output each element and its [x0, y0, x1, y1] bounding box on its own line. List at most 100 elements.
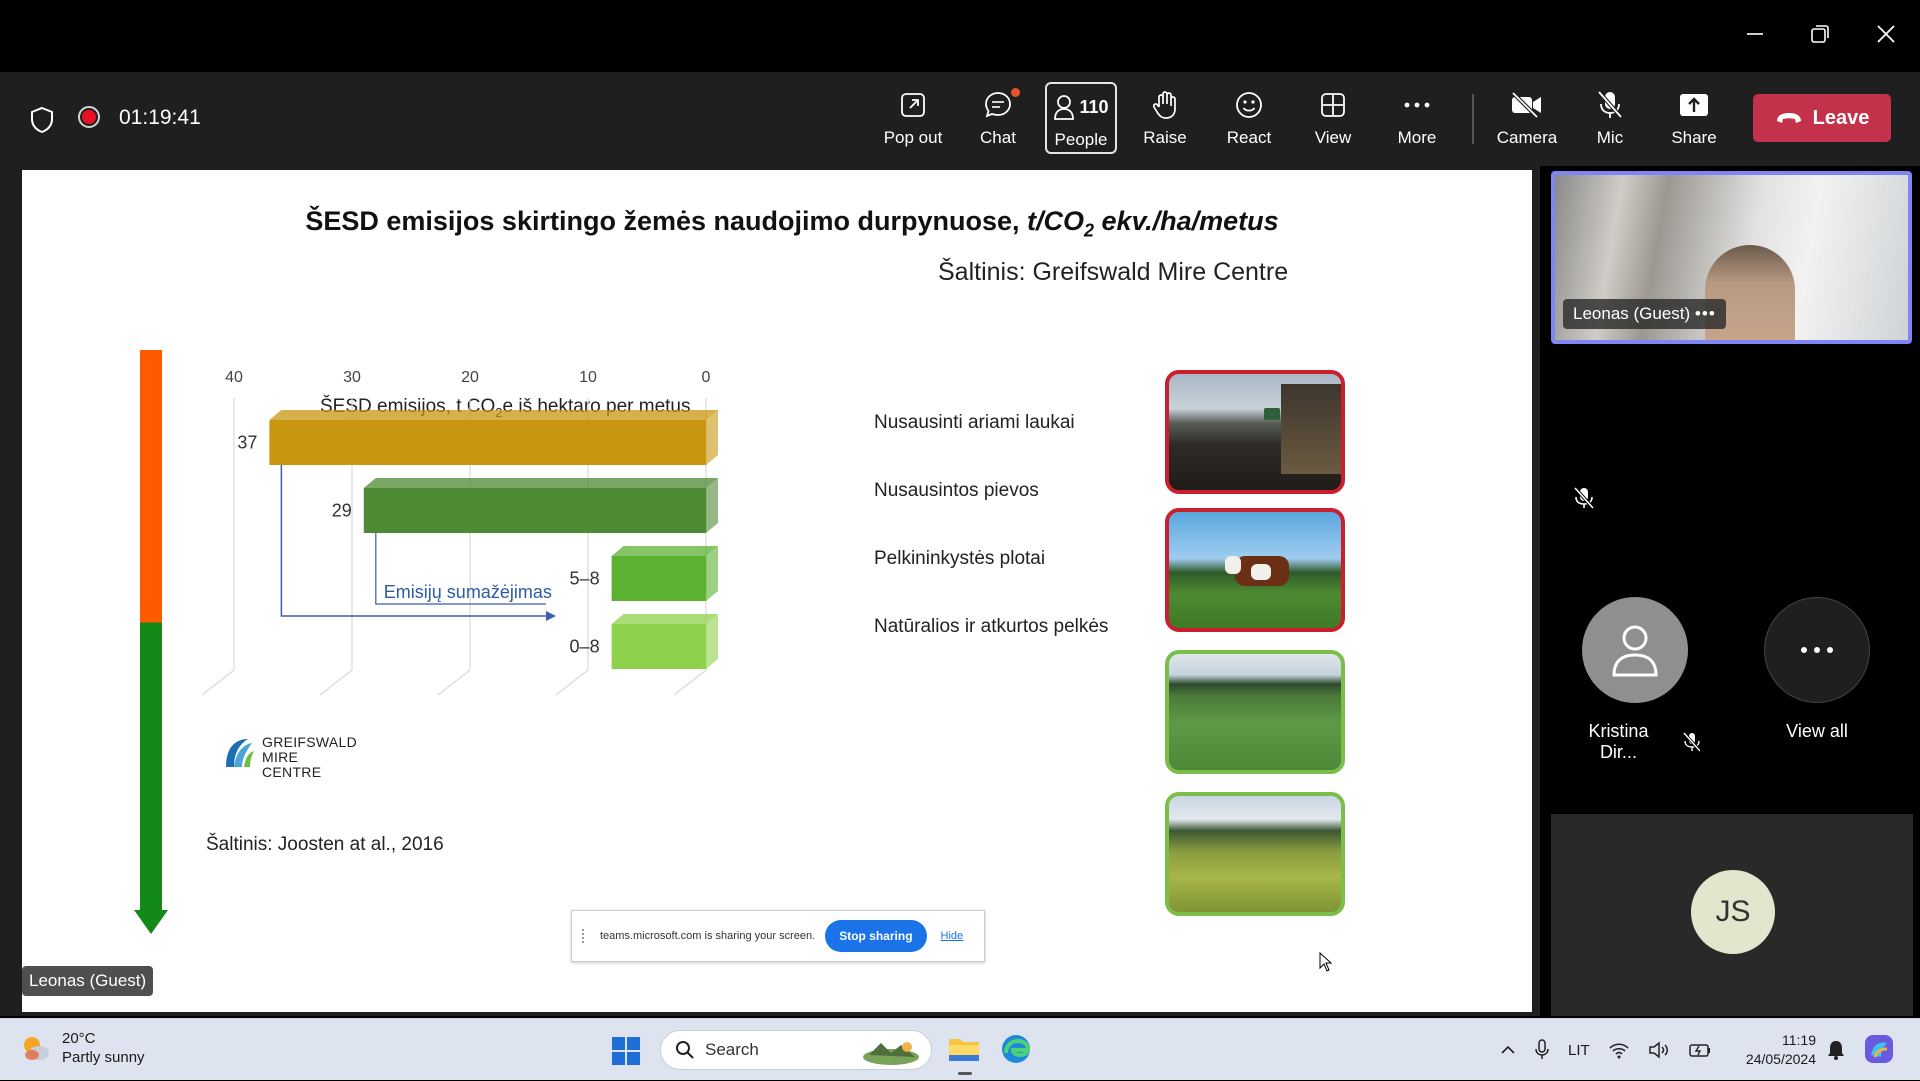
taskbar-search[interactable]: Search [660, 1030, 932, 1070]
weather-widget[interactable]: 20°C Partly sunny [20, 1029, 145, 1067]
copilot-icon[interactable] [1863, 1033, 1895, 1065]
camera-button[interactable]: Camera [1487, 82, 1567, 154]
category-label: Natūralios ir atkurtos pelkės [874, 616, 1108, 637]
edge-browser-icon[interactable] [1000, 1033, 1032, 1065]
sharing-message: teams.microsoft.com is sharing your scre… [600, 930, 816, 942]
chat-icon [985, 92, 1011, 118]
restore-button[interactable] [1800, 14, 1840, 54]
notification-bell-icon[interactable] [1826, 1039, 1846, 1061]
share-screen-icon [1680, 94, 1708, 116]
category-label: Nusausinti ariami laukai [874, 412, 1075, 433]
slide-title: ŠESD emisijos skirtingo žemės naudojimo … [22, 206, 1532, 241]
chevron-up-icon[interactable] [1500, 1045, 1516, 1055]
slide-title-unit-a: t/CO [1027, 206, 1085, 236]
kristina-name: Kristina Dir... [1588, 721, 1649, 762]
close-icon [1877, 25, 1895, 43]
slide-title-plain: ŠESD emisijos skirtingo žemės naudojimo … [305, 206, 1028, 236]
stop-sharing-button[interactable]: Stop sharing [825, 920, 927, 952]
photo-tractor-field [1165, 370, 1345, 494]
temperature: 20°C [62, 1030, 96, 1047]
slide-title-unit-sub: 2 [1084, 220, 1095, 241]
bar-top-face [611, 546, 718, 556]
people-label: People [1054, 130, 1108, 149]
view-all-participants[interactable]: View all [1752, 597, 1882, 742]
photo-natural-bog [1165, 792, 1345, 916]
microphone-tray-icon[interactable] [1534, 1039, 1550, 1061]
mic-label: Mic [1596, 128, 1624, 147]
photo-cow-pasture [1165, 508, 1345, 632]
volume-icon[interactable] [1648, 1041, 1670, 1059]
react-button[interactable]: React [1209, 82, 1289, 154]
search-placeholder: Search [705, 1040, 759, 1059]
hang-up-icon [1776, 113, 1801, 123]
avatar-initials: JS [1691, 870, 1775, 954]
gmc-line-3: CENTRE [262, 764, 322, 780]
leave-button[interactable]: Leave [1753, 94, 1891, 142]
participant-video [1705, 245, 1795, 340]
scale-arrow-shaft [140, 350, 162, 918]
drag-grip-icon[interactable] [582, 929, 586, 943]
wifi-icon[interactable] [1608, 1041, 1630, 1059]
minimize-button[interactable] [1735, 14, 1775, 54]
view-button[interactable]: View [1293, 82, 1373, 154]
meeting-timer: 01:19:41 [119, 106, 201, 129]
gridline-floor [555, 669, 589, 696]
participant-kristina[interactable]: Kristina Dir... [1570, 597, 1700, 763]
hide-banner-link[interactable]: Hide [941, 930, 964, 942]
more-button[interactable]: More [1377, 82, 1457, 154]
photo-paludiculture [1165, 650, 1345, 774]
bar-value-label: 37 [237, 433, 257, 453]
more-options-icon[interactable]: ••• [1695, 304, 1716, 323]
search-icon [676, 1041, 694, 1059]
reduction-annotation: Emisijų sumažėjimas [384, 582, 552, 602]
participant-js[interactable]: JS [1551, 814, 1913, 1016]
search-highlight-icon [863, 1042, 919, 1065]
unread-dot [1011, 88, 1020, 97]
bar [611, 556, 706, 601]
more-label: More [1397, 128, 1437, 147]
pop-out-label: Pop out [883, 128, 943, 147]
input-language[interactable]: LIT [1568, 1042, 1590, 1059]
bar [363, 488, 706, 533]
bar-value-label: 29 [332, 501, 352, 521]
view-all-button[interactable] [1764, 597, 1870, 703]
video-tile-leonas[interactable]: Leonas (Guest) ••• [1551, 171, 1912, 344]
active-app-indicator [958, 1072, 972, 1075]
x-tick-label: 0 [702, 369, 711, 386]
gridline-floor [437, 669, 471, 696]
view-all-label: View all [1786, 721, 1848, 741]
minimize-icon [1747, 33, 1763, 35]
share-button[interactable]: Share [1654, 82, 1734, 154]
leave-label: Leave [1812, 106, 1870, 129]
pop-out-button[interactable]: Pop out [873, 82, 953, 154]
clock-date: 24/05/2024 [1745, 1051, 1816, 1067]
presentation-slide: ŠESD emisijos, t CO2e iš hektaro per met… [22, 170, 1532, 1012]
partly-sunny-icon [24, 1037, 49, 1060]
reduction-arrow-head [546, 611, 556, 621]
battery-icon[interactable] [1688, 1041, 1712, 1059]
sharing-banner: teams.microsoft.com is sharing your scre… [571, 910, 985, 962]
camera-off-icon [1511, 91, 1541, 119]
windows-start-icon[interactable] [612, 1037, 640, 1065]
mic-button[interactable]: Mic [1570, 82, 1650, 154]
x-tick-label: 10 [579, 369, 597, 386]
mic-off-icon [1597, 90, 1623, 119]
mic-muted-icon [1682, 732, 1700, 752]
view-label: View [1314, 128, 1352, 147]
video-tile-muted[interactable] [1551, 352, 1913, 528]
shield-icon[interactable] [29, 106, 55, 134]
bar-top-face [363, 478, 718, 488]
slide-source: Šaltinis: Greifswald Mire Centre [938, 258, 1289, 286]
gridline-floor [673, 669, 707, 696]
windows-taskbar: 20°C Partly sunny Search LIT 11:19 24/05… [0, 1018, 1920, 1080]
toolbar-separator [1472, 94, 1474, 144]
close-button[interactable] [1866, 14, 1906, 54]
bar [611, 624, 706, 669]
people-button[interactable]: 110 People [1045, 82, 1117, 154]
chat-button[interactable]: Chat [958, 82, 1038, 154]
taskbar-clock[interactable]: 11:19 24/05/2024 [1738, 1031, 1816, 1069]
raise-hand-button[interactable]: Raise [1125, 82, 1205, 154]
mic-muted-icon [1573, 486, 1595, 510]
file-explorer-icon[interactable] [947, 1033, 981, 1065]
chat-label: Chat [980, 128, 1016, 147]
